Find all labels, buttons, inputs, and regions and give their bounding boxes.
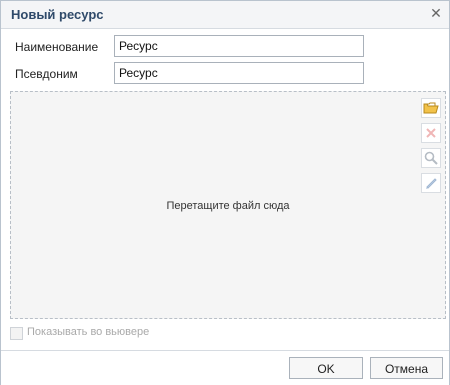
folder-open-icon [423,102,439,114]
open-file-button[interactable] [421,98,441,118]
ok-button[interactable]: OK [289,357,363,379]
show-in-viewer-label: Показывать во вьювере [27,326,150,338]
edit-icon [426,178,437,189]
drop-hint: Перетащите файл сюда [166,200,290,212]
show-in-viewer-checkbox[interactable] [10,327,23,340]
close-icon[interactable]: ✕ [427,4,445,22]
dialog-title: Новый ресурс [11,7,104,22]
name-field[interactable] [114,35,364,57]
zoom-icon [424,151,438,165]
dialog-footer: OK Отмена [1,350,449,385]
alias-field[interactable] [114,62,364,84]
delete-file-button[interactable] [421,123,441,143]
cancel-button[interactable]: Отмена [370,357,443,379]
dialog-titlebar[interactable]: Новый ресурс ✕ [1,1,449,29]
edit-file-button[interactable] [421,173,441,193]
alias-label: Псевдоним [15,67,78,81]
delete-icon [426,128,436,138]
name-label: Наименование [15,40,99,54]
new-resource-dialog: Новый ресурс ✕ Наименование Псевдоним Пе… [0,0,450,385]
view-file-button[interactable] [421,148,441,168]
file-drop-zone[interactable]: Перетащите файл сюда [10,91,446,319]
